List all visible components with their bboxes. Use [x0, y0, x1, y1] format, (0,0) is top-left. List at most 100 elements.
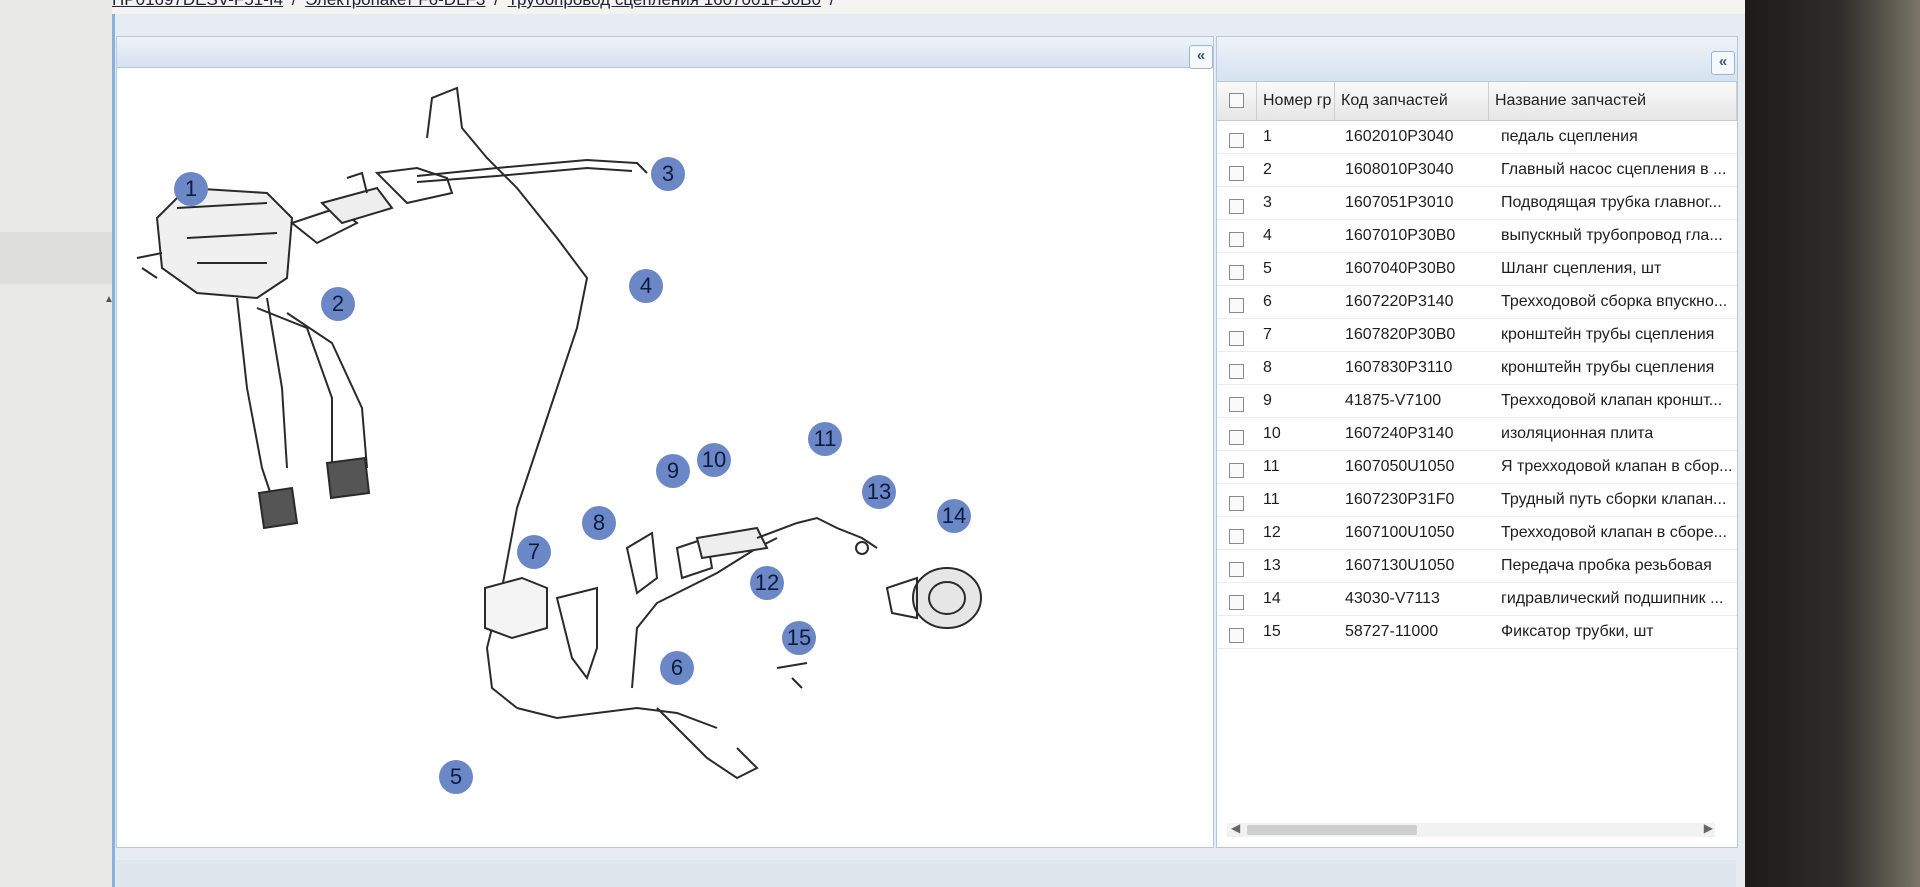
- row-number: 4: [1263, 227, 1272, 244]
- parts-list-panel: « Номер гр Код запчастей Название запчас…: [1216, 36, 1738, 848]
- scroll-left-arrow-icon[interactable]: ◀: [1231, 821, 1240, 835]
- row-name: Передача пробка резьбовая: [1501, 557, 1712, 574]
- breadcrumb-item-current[interactable]: Трубопровод сцепления 1607001P30B0: [508, 0, 821, 9]
- parts-panel-header: «: [1217, 37, 1737, 82]
- header-code[interactable]: Код запчастей: [1335, 82, 1489, 120]
- table-row[interactable]: 11 1607050U1050 Я трехходовой клапан в сбо…: [1217, 451, 1737, 484]
- row-code: 41875-V7100: [1345, 392, 1442, 409]
- header-number[interactable]: Номер гр: [1257, 82, 1335, 120]
- breadcrumb-separator: /: [292, 0, 297, 9]
- row-number: 12: [1263, 524, 1281, 541]
- row-code: 1607051P3010: [1345, 194, 1454, 211]
- callout-11[interactable]: 11: [808, 422, 842, 456]
- clutch-hose-shape: [516, 706, 718, 729]
- breadcrumb-item-group[interactable]: Электропакет F6-DLF3: [305, 0, 485, 9]
- row-number: 5: [1263, 260, 1272, 277]
- callout-9[interactable]: 9: [656, 454, 690, 488]
- row-name: Трудный путь сборки клапан...: [1501, 491, 1727, 508]
- callout-2[interactable]: 2: [321, 287, 355, 321]
- row-checkbox[interactable]: [1229, 595, 1244, 611]
- breadcrumb-separator: /: [830, 0, 835, 9]
- row-checkbox[interactable]: [1229, 331, 1244, 347]
- callout-15[interactable]: 15: [782, 621, 816, 655]
- row-checkbox[interactable]: [1229, 628, 1244, 644]
- horizontal-scrollbar[interactable]: ◀ ▶: [1227, 821, 1715, 837]
- row-checkbox[interactable]: [1229, 463, 1244, 479]
- row-name: изоляционная плита: [1501, 425, 1654, 442]
- table-row[interactable]: 12 1607100U1050 Трехходовой клапан в сборе…: [1217, 517, 1737, 550]
- table-row[interactable]: 3 1607051P3010 Подводящая трубка главног..…: [1217, 187, 1737, 220]
- callout-6[interactable]: 6: [660, 651, 694, 685]
- bottom-panel-edge: [116, 860, 1736, 887]
- row-checkbox[interactable]: [1229, 496, 1244, 512]
- row-checkbox[interactable]: [1229, 562, 1244, 578]
- diagram-collapse-button[interactable]: «: [1189, 45, 1213, 69]
- table-row[interactable]: 4 1607010P30B0 выпускный трубопровод гла..…: [1217, 220, 1737, 253]
- callout-8[interactable]: 8: [582, 506, 616, 540]
- callout-4[interactable]: 4: [629, 269, 663, 303]
- table-row[interactable]: 15 58727-11000 Фиксатор трубки, шт: [1217, 616, 1737, 649]
- table-row[interactable]: 2 1608010P3040 Главный насос сцепления в .…: [1217, 154, 1737, 187]
- row-checkbox[interactable]: [1229, 529, 1244, 545]
- row-checkbox[interactable]: [1229, 397, 1244, 413]
- callout-13[interactable]: 13: [862, 475, 896, 509]
- table-row[interactable]: 9 41875-V7100 Трехходовой клапан кроншт...: [1217, 385, 1737, 418]
- scrollbar-thumb[interactable]: [1247, 825, 1417, 835]
- parts-diagram: 1 2 3 4 5 6 7 8 9 10 11 12 13 14 15: [117, 68, 1213, 847]
- row-checkbox[interactable]: [1229, 166, 1244, 182]
- row-number: 2: [1263, 161, 1272, 178]
- table-row[interactable]: 5 1607040P30B0 Шланг сцепления, шт: [1217, 253, 1737, 286]
- row-checkbox[interactable]: [1229, 430, 1244, 446]
- table-row[interactable]: 13 1607130U1050 Передача пробка резьбовая: [1217, 550, 1737, 583]
- parts-collapse-button[interactable]: «: [1711, 51, 1735, 75]
- row-code: 1607040P30B0: [1345, 260, 1456, 277]
- row-number: 14: [1263, 590, 1281, 607]
- row-number: 9: [1263, 392, 1272, 409]
- select-all-checkbox[interactable]: [1229, 93, 1244, 109]
- row-name: кронштейн трубы сцепления: [1501, 359, 1715, 376]
- table-row[interactable]: 14 43030-V7113 гидравлический подшипник ..…: [1217, 583, 1737, 616]
- callout-10[interactable]: 10: [697, 443, 731, 477]
- left-sidebar-edge: ▲: [0, 0, 126, 887]
- table-row[interactable]: 6 1607220P3140 Трехходовой сборка впускно.…: [1217, 286, 1737, 319]
- table-row[interactable]: 8 1607830P3110 кронштейн трубы сцепления: [1217, 352, 1737, 385]
- callout-14[interactable]: 14: [937, 499, 971, 533]
- table-row[interactable]: 11 1607230P31F0 Трудный путь сборки клапан…: [1217, 484, 1737, 517]
- table-row[interactable]: 1 1602010P3040 педаль сцепления: [1217, 121, 1737, 154]
- row-checkbox[interactable]: [1229, 199, 1244, 215]
- row-checkbox[interactable]: [1229, 232, 1244, 248]
- row-code: 1607010P30B0: [1345, 227, 1456, 244]
- breadcrumb-separator: /: [494, 0, 499, 9]
- row-code: 1607130U1050: [1345, 557, 1455, 574]
- row-name: Трехходовой клапан кроншт...: [1501, 392, 1723, 409]
- row-checkbox[interactable]: [1229, 133, 1244, 149]
- row-name: Трехходовой клапан в сборе...: [1501, 524, 1727, 541]
- row-name: Главный насос сцепления в ...: [1501, 161, 1727, 178]
- pedal-assembly-shape: [136, 186, 371, 530]
- row-checkbox[interactable]: [1229, 265, 1244, 281]
- row-name: Шланг сцепления, шт: [1501, 260, 1662, 277]
- row-name: Трехходовой сборка впускно...: [1501, 293, 1728, 310]
- row-checkbox[interactable]: [1229, 364, 1244, 380]
- row-number: 10: [1263, 425, 1281, 442]
- callout-3[interactable]: 3: [651, 157, 685, 191]
- callout-12[interactable]: 12: [750, 566, 784, 600]
- monitor-bezel: [1745, 0, 1920, 887]
- row-number: 11: [1263, 458, 1280, 475]
- row-code: 58727-11000: [1345, 623, 1439, 640]
- callout-5[interactable]: 5: [439, 760, 473, 794]
- scroll-right-arrow-icon[interactable]: ▶: [1704, 821, 1713, 835]
- row-number: 8: [1263, 359, 1272, 376]
- breadcrumb-item-model[interactable]: HP01697DESV-F51-I4: [112, 0, 283, 9]
- header-name[interactable]: Название запчастей: [1489, 82, 1737, 120]
- row-code: 43030-V7113: [1345, 590, 1440, 607]
- parts-table-body: 1 1602010P3040 педаль сцепления 2 1608010P3…: [1217, 121, 1737, 649]
- row-checkbox[interactable]: [1229, 298, 1244, 314]
- row-name: Подводящая трубка главног...: [1501, 194, 1722, 211]
- bracket-9-shape: [625, 531, 659, 595]
- parts-table-header: Номер гр Код запчастей Название запчасте…: [1217, 82, 1737, 121]
- table-row[interactable]: 10 1607240P3140 изоляционная плита: [1217, 418, 1737, 451]
- table-row[interactable]: 7 1607820P30B0 кронштейн трубы сцепления: [1217, 319, 1737, 352]
- callout-1[interactable]: 1: [174, 172, 208, 206]
- callout-7[interactable]: 7: [517, 535, 551, 569]
